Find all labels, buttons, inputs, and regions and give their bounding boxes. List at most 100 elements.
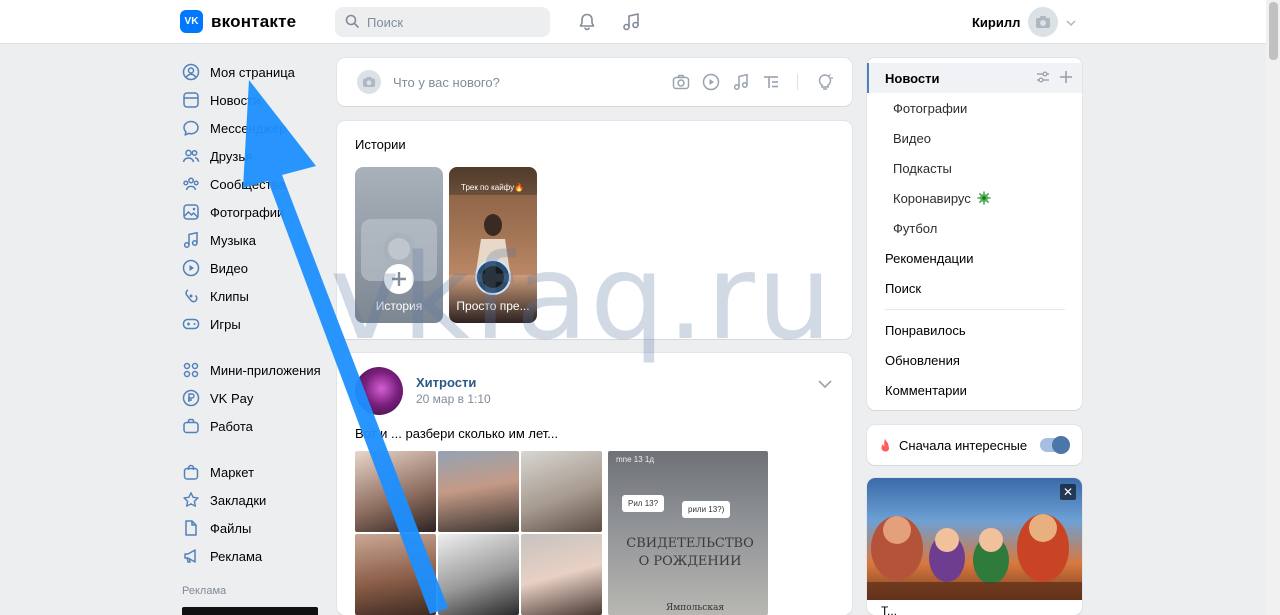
photo-note: рили 13?) — [682, 501, 731, 518]
nav-files[interactable]: Файлы — [180, 514, 325, 542]
plus-icon[interactable] — [1060, 71, 1072, 86]
filter-label: Новости — [885, 70, 940, 86]
filter-updates[interactable]: Обновления — [867, 345, 1082, 375]
filter-video[interactable]: Видео — [867, 123, 1082, 153]
video-attach-icon[interactable] — [701, 72, 720, 91]
ad-title[interactable]: Т... — [881, 604, 897, 615]
nav-clips[interactable]: Клипы — [180, 282, 325, 310]
nav-label: Новости — [210, 92, 261, 108]
vk-logo[interactable]: VK вконтакте — [180, 10, 296, 33]
nav-photos[interactable]: Фотографии — [180, 198, 325, 226]
post-photo-large[interactable]: mne 13 1д Рил 13? рили 13?) СВИДЕТЕЛЬСТВ… — [608, 451, 768, 615]
article-attach-icon[interactable] — [761, 72, 780, 91]
user-name: Кирилл — [972, 14, 1021, 30]
nav-news[interactable]: Новости — [180, 86, 325, 114]
news-filter-menu: Новости Фотографии Видео Подкасты Корона… — [867, 58, 1082, 410]
nav-video[interactable]: Видео — [180, 254, 325, 282]
filter-photos[interactable]: Фотографии — [867, 93, 1082, 123]
filter-comments[interactable]: Комментарии — [867, 375, 1082, 405]
story-item[interactable]: Трек по кайфу🔥 Просто пре... — [449, 167, 537, 323]
nav-label: Работа — [210, 418, 253, 434]
filter-football[interactable]: Футбол — [867, 213, 1082, 243]
post-composer[interactable]: Что у вас нового? — [337, 58, 852, 106]
left-ad-image[interactable] — [182, 607, 318, 615]
nav-label: Файлы — [210, 520, 252, 536]
nav-work[interactable]: Работа — [180, 412, 325, 440]
story-add[interactable]: История — [355, 167, 443, 323]
filter-coronavirus[interactable]: Коронавирус — [867, 183, 1082, 213]
nav-ads[interactable]: Реклама — [180, 542, 325, 570]
filter-label: Коронавирус — [893, 190, 971, 206]
filter-search[interactable]: Поиск — [867, 273, 1082, 303]
nav-label: Закладки — [210, 492, 267, 508]
nav-vk-pay[interactable]: VK Pay — [180, 384, 325, 412]
vk-logo-icon: VK — [180, 10, 203, 33]
virus-icon — [977, 191, 991, 205]
interesting-first-switch[interactable] — [1040, 436, 1070, 454]
post-photo[interactable] — [438, 534, 519, 615]
apps-icon — [182, 361, 200, 379]
filter-recommendations[interactable]: Рекомендации — [867, 243, 1082, 273]
chevron-down-icon[interactable] — [818, 377, 832, 392]
post-text: Вот и ... разбери сколько им лет... — [355, 426, 559, 441]
photo-header-text: mne 13 1д — [616, 455, 655, 464]
search-input[interactable] — [367, 14, 537, 30]
photo-attach-icon[interactable] — [671, 72, 690, 91]
nav-label: Клипы — [210, 288, 249, 304]
nav-label: Реклама — [210, 548, 263, 564]
post-photo[interactable] — [438, 451, 519, 532]
nav-divider — [180, 440, 325, 458]
nav-communities[interactable]: Сообщества — [180, 170, 325, 198]
scrollbar[interactable] — [1266, 0, 1280, 615]
filter-label: Подкасты — [893, 160, 952, 176]
nav-market[interactable]: Маркет — [180, 458, 325, 486]
post-photo-grid[interactable] — [355, 451, 603, 615]
friends-icon — [182, 147, 200, 165]
ad-image[interactable]: ✕ — [867, 478, 1082, 600]
story-caption: История — [375, 299, 423, 313]
nav-mini-apps[interactable]: Мини-приложения — [180, 356, 325, 384]
filter-podcasts[interactable]: Подкасты — [867, 153, 1082, 183]
nav-my-page[interactable]: Моя страница — [180, 58, 325, 86]
avatar[interactable] — [355, 367, 403, 415]
settings-sliders-icon[interactable] — [1036, 71, 1050, 86]
game-characters-art — [867, 514, 1082, 600]
right-ad-card[interactable]: ✕ Т... — [867, 478, 1082, 615]
nav-label: Маркет — [210, 464, 255, 480]
video-icon — [182, 259, 200, 277]
post-author[interactable]: Хитрости — [416, 375, 476, 390]
post-date[interactable]: 20 мар в 1:10 — [416, 392, 491, 406]
interesting-first-toggle-card[interactable]: Сначала интересные — [867, 425, 1082, 465]
feed-post: Хитрости 20 мар в 1:10 Вот и ... разбери… — [337, 353, 852, 615]
composer-placeholder[interactable]: Что у вас нового? — [393, 75, 500, 90]
newspaper-icon — [182, 91, 200, 109]
camera-icon[interactable] — [357, 70, 381, 94]
post-photo[interactable] — [521, 451, 602, 532]
community-icon — [182, 175, 200, 193]
post-photo[interactable] — [521, 534, 602, 615]
bell-icon[interactable] — [575, 10, 599, 34]
nav-label: Друзья — [210, 148, 253, 164]
user-menu[interactable]: Кирилл — [972, 7, 1076, 37]
vkpay-icon — [182, 389, 200, 407]
top-header: VK вконтакте Кирилл — [0, 0, 1266, 44]
post-photo[interactable] — [355, 451, 436, 532]
scrollbar-thumb[interactable] — [1269, 2, 1278, 60]
filter-label: Футбол — [893, 220, 938, 236]
nav-friends[interactable]: Друзья — [180, 142, 325, 170]
idea-bulb-icon[interactable] — [815, 72, 834, 91]
close-icon[interactable]: ✕ — [1060, 484, 1076, 500]
nav-bookmarks[interactable]: Закладки — [180, 486, 325, 514]
post-photo[interactable] — [355, 534, 436, 615]
search-box[interactable] — [335, 7, 550, 37]
filter-label: Комментарии — [885, 382, 967, 398]
nav-games[interactable]: Игры — [180, 310, 325, 338]
nav-label: Музыка — [210, 232, 256, 248]
music-attach-icon[interactable] — [731, 72, 750, 91]
music-icon[interactable] — [619, 10, 643, 34]
switch-knob[interactable] — [1052, 436, 1070, 454]
nav-messenger[interactable]: Мессенджер — [180, 114, 325, 142]
nav-music[interactable]: Музыка — [180, 226, 325, 254]
search-icon — [345, 14, 359, 31]
filter-liked[interactable]: Понравилось — [867, 315, 1082, 345]
